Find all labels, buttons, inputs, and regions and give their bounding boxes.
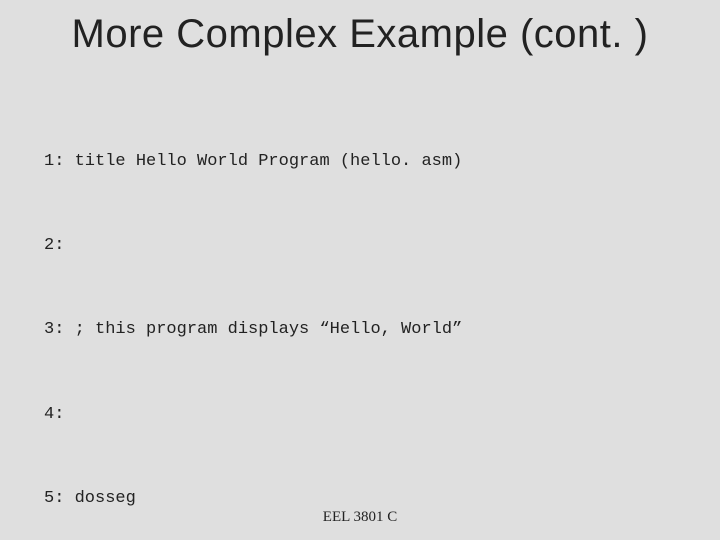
code-block: 1: title Hello World Program (hello. asm… [44, 92, 676, 540]
slide: More Complex Example (cont. ) 1: title H… [0, 0, 720, 540]
slide-title: More Complex Example (cont. ) [0, 12, 720, 57]
code-line: 2: [44, 232, 676, 260]
code-line: 3: ; this program displays “Hello, World… [44, 316, 676, 344]
code-line: 1: title Hello World Program (hello. asm… [44, 148, 676, 176]
code-line: 4: [44, 401, 676, 429]
slide-footer: EEL 3801 C [0, 509, 720, 526]
